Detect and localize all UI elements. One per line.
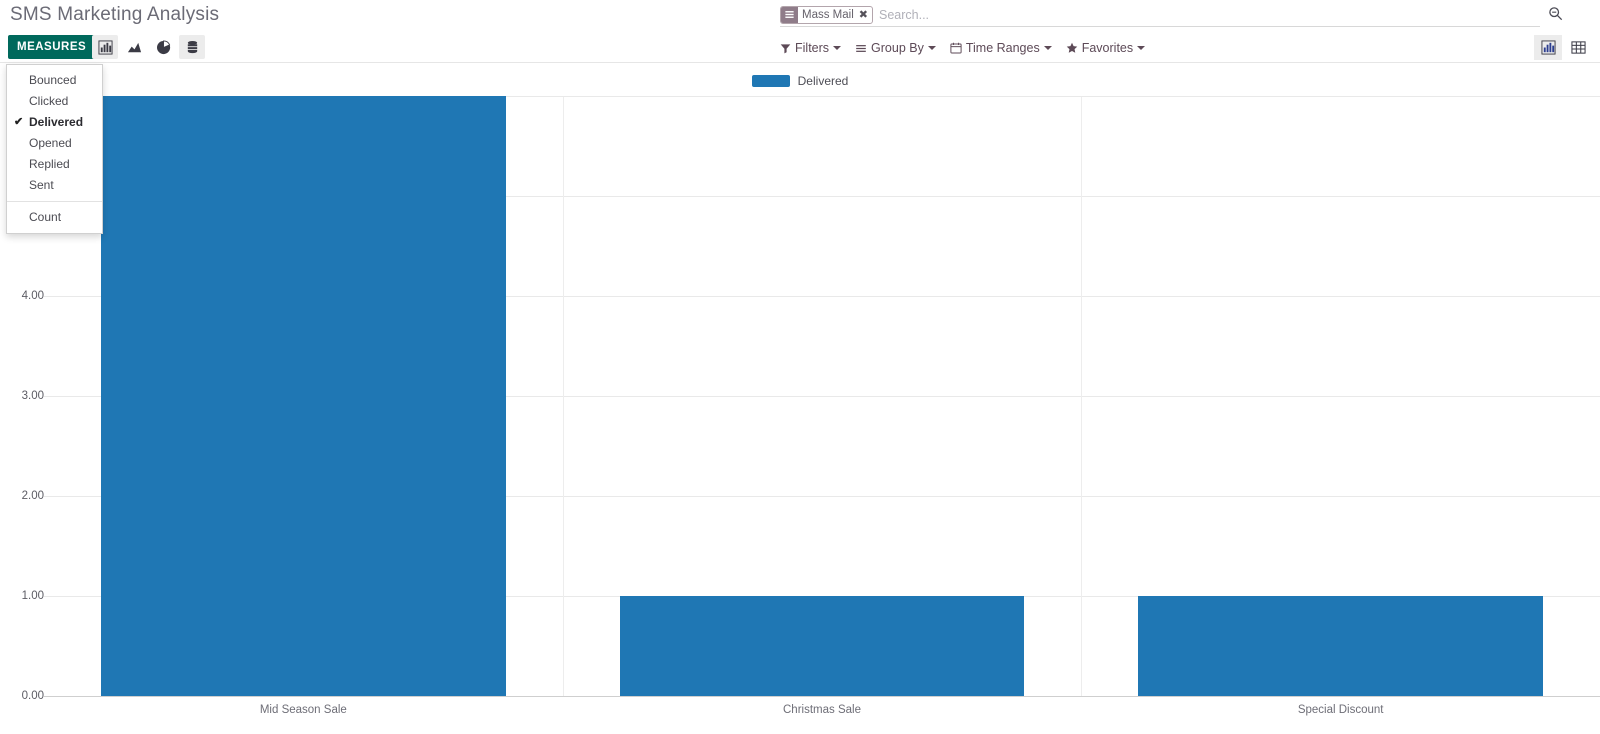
measure-item-bounced[interactable]: Bounced bbox=[7, 70, 102, 91]
chevron-down-icon bbox=[1137, 46, 1146, 50]
filters-label: Filters bbox=[795, 41, 830, 55]
favorites-label: Favorites bbox=[1081, 41, 1134, 55]
measure-item-delivered[interactable]: ✔ Delivered bbox=[7, 112, 102, 133]
chart-bar[interactable] bbox=[1138, 596, 1543, 696]
facet-label: Mass Mail bbox=[802, 8, 854, 21]
graph-view: Delivered Delivered 0.00 1.00 2.00 3.00 4.00… bbox=[0, 63, 1600, 734]
pivot-view-icon[interactable] bbox=[1564, 35, 1592, 60]
chevron-down-icon bbox=[833, 46, 842, 50]
x-axis-tick-label: Mid Season Sale bbox=[259, 704, 347, 716]
measure-label: Sent bbox=[29, 178, 54, 192]
facet-bars-icon bbox=[781, 6, 798, 23]
legend-label-delivered: Delivered bbox=[797, 74, 849, 88]
search-facet-mass-mail[interactable]: Mass Mail ✖ bbox=[780, 5, 873, 24]
pie-chart-icon[interactable] bbox=[150, 35, 176, 59]
y-axis-tick-label: 3.00 bbox=[21, 390, 44, 402]
y-axis-tick-label: 4.00 bbox=[21, 290, 44, 302]
search-icon[interactable] bbox=[1548, 6, 1563, 26]
graph-view-icon[interactable] bbox=[1534, 35, 1562, 60]
chart-bar[interactable] bbox=[101, 96, 506, 696]
search-input[interactable] bbox=[878, 7, 1540, 22]
star-icon bbox=[1066, 42, 1078, 54]
bar-chart-icon[interactable] bbox=[92, 35, 118, 59]
chart-legend: Delivered bbox=[0, 74, 1600, 88]
calendar-icon bbox=[950, 42, 962, 54]
bars-icon bbox=[855, 43, 867, 54]
view-switcher bbox=[1534, 35, 1592, 60]
x-axis-tick-label: Special Discount bbox=[1297, 704, 1384, 716]
y-axis-tick-label: 1.00 bbox=[21, 590, 44, 602]
stacked-chart-icon[interactable] bbox=[179, 35, 205, 59]
app-root: SMS Marketing Analysis Mass Mail ✖ Searc… bbox=[0, 0, 1600, 734]
measures-dropdown-menu[interactable]: Bounced Clicked ✔ Delivered Opened Repli… bbox=[6, 64, 103, 234]
chart-type-group bbox=[92, 35, 205, 59]
measure-label: Delivered bbox=[29, 115, 84, 129]
menu-divider bbox=[7, 201, 102, 202]
measures-button-label: MEASURES bbox=[17, 41, 87, 53]
groupby-label: Group By bbox=[871, 41, 924, 55]
measure-label: Clicked bbox=[29, 94, 69, 108]
measure-item-count[interactable]: Count bbox=[7, 207, 102, 228]
measure-label: Bounced bbox=[29, 73, 77, 87]
filter-group: Filters Group By Time Ranges Favorites bbox=[780, 37, 1146, 59]
measure-label: Replied bbox=[29, 157, 70, 171]
measure-label: Count bbox=[29, 210, 62, 224]
measure-item-replied[interactable]: Replied bbox=[7, 154, 102, 175]
x-axis-tick-label: Christmas Sale bbox=[783, 704, 861, 716]
chevron-down-icon bbox=[1043, 46, 1052, 50]
groupby-dropdown[interactable]: Group By bbox=[855, 41, 936, 55]
gridline-vertical bbox=[562, 97, 564, 696]
gridline-horizontal bbox=[44, 696, 1600, 697]
y-axis-tick-label: 2.00 bbox=[21, 490, 44, 502]
chevron-down-icon bbox=[927, 46, 936, 50]
measure-label: Opened bbox=[29, 136, 72, 150]
filter-icon bbox=[780, 43, 791, 54]
measure-item-opened[interactable]: Opened bbox=[7, 133, 102, 154]
filters-dropdown[interactable]: Filters bbox=[780, 41, 842, 55]
favorites-dropdown[interactable]: Favorites bbox=[1066, 41, 1146, 55]
legend-swatch-delivered[interactable] bbox=[751, 75, 790, 87]
page-title: SMS Marketing Analysis bbox=[10, 4, 220, 25]
chart-bar[interactable] bbox=[619, 596, 1025, 696]
check-icon: ✔ bbox=[14, 116, 24, 128]
search-view[interactable]: Mass Mail ✖ bbox=[780, 3, 1540, 27]
y-axis-tick-label: 0.00 bbox=[21, 690, 44, 702]
measure-item-clicked[interactable]: Clicked bbox=[7, 91, 102, 112]
breadcrumb-row: SMS Marketing Analysis Mass Mail ✖ bbox=[0, 0, 1600, 32]
gridline-vertical bbox=[1081, 97, 1083, 696]
timeranges-dropdown[interactable]: Time Ranges bbox=[950, 41, 1052, 55]
timeranges-label: Time Ranges bbox=[965, 41, 1040, 55]
control-panel: MEASURES Filters Group By Time Ranges Fa… bbox=[0, 32, 1600, 63]
line-chart-icon[interactable] bbox=[121, 35, 147, 59]
facet-remove-icon[interactable]: ✖ bbox=[858, 7, 872, 23]
measure-item-sent[interactable]: Sent bbox=[7, 175, 102, 196]
